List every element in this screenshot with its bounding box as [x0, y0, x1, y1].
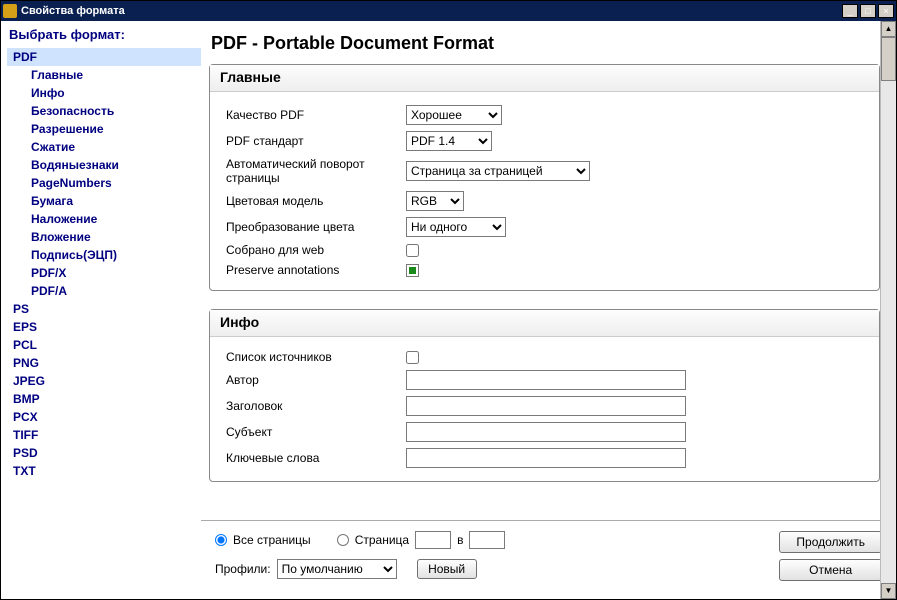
annotations-label: Preserve annotations [226, 263, 406, 277]
author-label: Автор [226, 373, 406, 387]
nav-pdf-children: Главные Инфо Безопасность Разрешение Сжа… [7, 66, 201, 300]
scroll-thumb[interactable] [881, 37, 896, 81]
nav-sub-item[interactable]: Безопасность [25, 102, 201, 120]
section-info-header: Инфо [210, 310, 879, 337]
subject-label: Субъект [226, 425, 406, 439]
sidebar-title: Выбрать формат: [7, 27, 201, 42]
nav-pdf[interactable]: PDF [7, 48, 201, 66]
new-profile-button[interactable]: Новый [417, 559, 477, 579]
close-button[interactable]: × [878, 4, 894, 18]
all-pages-label: Все страницы [233, 533, 311, 547]
nav-sub-item[interactable]: PDF/A [25, 282, 201, 300]
nav-txt[interactable]: TXT [7, 462, 201, 480]
app-icon [3, 4, 17, 18]
cancel-button[interactable]: Отмена [779, 559, 882, 581]
keywords-input[interactable] [406, 448, 686, 468]
srclist-label: Список источников [226, 350, 406, 364]
scroll-down-icon[interactable]: ▼ [881, 583, 896, 599]
page-radio[interactable] [337, 534, 349, 546]
profile-select[interactable]: По умолчанию [277, 559, 397, 579]
nav-sub-item[interactable]: Водяныезнаки [25, 156, 201, 174]
title-label: Заголовок [226, 399, 406, 413]
web-label: Собрано для web [226, 243, 406, 257]
web-checkbox[interactable] [406, 244, 419, 257]
section-main: Главные Качество PDFХорошее PDF стандарт… [209, 64, 880, 291]
window-buttons: _ □ × [842, 4, 894, 18]
keywords-label: Ключевые слова [226, 451, 406, 465]
footer-left: Все страницы Страница в Профили: По умол… [215, 531, 765, 589]
quality-label: Качество PDF [226, 108, 406, 122]
author-input[interactable] [406, 370, 686, 390]
scroll-up-icon[interactable]: ▲ [881, 21, 896, 37]
subject-input[interactable] [406, 422, 686, 442]
titlebar: Свойства формата _ □ × [1, 1, 896, 21]
nav-psd[interactable]: PSD [7, 444, 201, 462]
profiles-label: Профили: [215, 562, 271, 576]
standard-label: PDF стандарт [226, 134, 406, 148]
annotations-checkbox[interactable] [406, 264, 419, 277]
nav-sub-item[interactable]: Разрешение [25, 120, 201, 138]
page-to-input[interactable] [469, 531, 505, 549]
nav-sub-item[interactable]: Вложение [25, 228, 201, 246]
nav-eps[interactable]: EPS [7, 318, 201, 336]
nav-png[interactable]: PNG [7, 354, 201, 372]
footer-buttons: Продолжить Отмена [779, 531, 882, 581]
page-label: Страница [355, 533, 409, 547]
colormodel-label: Цветовая модель [226, 194, 406, 208]
quality-select[interactable]: Хорошее [406, 105, 502, 125]
nav-sub-item[interactable]: Наложение [25, 210, 201, 228]
page-from-input[interactable] [415, 531, 451, 549]
nav-tiff[interactable]: TIFF [7, 426, 201, 444]
minimize-button[interactable]: _ [842, 4, 858, 18]
window: Свойства формата _ □ × Выбрать формат: P… [0, 0, 897, 600]
main-scroll[interactable]: PDF - Portable Document Format Главные К… [201, 21, 896, 520]
nav-pcx[interactable]: PCX [7, 408, 201, 426]
body: Выбрать формат: PDF Главные Инфо Безопас… [1, 21, 896, 599]
maximize-button[interactable]: □ [860, 4, 876, 18]
nav-pcl[interactable]: PCL [7, 336, 201, 354]
rotate-label: Автоматический поворот страницы [226, 157, 406, 185]
standard-select[interactable]: PDF 1.4 [406, 131, 492, 151]
main: PDF - Portable Document Format Главные К… [201, 21, 896, 599]
nav-sub-item[interactable]: Подпись(ЭЦП) [25, 246, 201, 264]
colormodel-select[interactable]: RGB [406, 191, 464, 211]
page-title: PDF - Portable Document Format [211, 33, 880, 54]
nav-sub-item[interactable]: Инфо [25, 84, 201, 102]
window-title: Свойства формата [21, 5, 842, 17]
colorconv-select[interactable]: Ни одного [406, 217, 506, 237]
continue-button[interactable]: Продолжить [779, 531, 882, 553]
all-pages-radio[interactable] [215, 534, 227, 546]
nav-sub-item[interactable]: PDF/X [25, 264, 201, 282]
section-main-header: Главные [210, 65, 879, 92]
nav-sub-item[interactable]: Главные [25, 66, 201, 84]
nav-sub-item[interactable]: PageNumbers [25, 174, 201, 192]
in-label: в [457, 533, 463, 547]
sidebar: Выбрать формат: PDF Главные Инфо Безопас… [1, 21, 201, 599]
rotate-select[interactable]: Страница за страницей [406, 161, 590, 181]
title-input[interactable] [406, 396, 686, 416]
nav-bmp[interactable]: BMP [7, 390, 201, 408]
nav-ps[interactable]: PS [7, 300, 201, 318]
footer: Все страницы Страница в Профили: По умол… [201, 520, 896, 599]
nav-jpeg[interactable]: JPEG [7, 372, 201, 390]
nav-sub-item[interactable]: Сжатие [25, 138, 201, 156]
srclist-checkbox[interactable] [406, 351, 419, 364]
colorconv-label: Преобразование цвета [226, 220, 406, 234]
scrollbar[interactable]: ▲ ▼ [880, 21, 896, 599]
section-info: Инфо Список источников Автор Заголовок С… [209, 309, 880, 482]
nav-sub-item[interactable]: Бумага [25, 192, 201, 210]
